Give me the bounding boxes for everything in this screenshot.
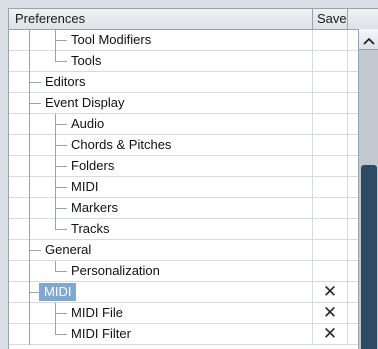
tree-row-preference-cell[interactable]: MIDI [9, 282, 313, 303]
preferences-column-header[interactable]: Preferences [9, 9, 313, 29]
tree-connector [55, 145, 67, 146]
tree-connector [55, 313, 67, 314]
tree-connector [55, 187, 67, 188]
tree-connector [29, 177, 30, 198]
tree-row[interactable]: Tracks [9, 219, 358, 240]
save-toggle-cell[interactable] [313, 93, 348, 113]
tree-connector [29, 114, 30, 135]
save-toggle-cell[interactable] [313, 177, 348, 197]
tree-row[interactable]: Chords & Pitches [9, 135, 358, 156]
save-toggle-cell[interactable] [313, 114, 348, 134]
chevron-up-icon[interactable] [359, 29, 378, 50]
vertical-scrollbar[interactable] [358, 29, 378, 349]
tree-row-preference-cell[interactable]: Editors [9, 72, 313, 93]
tree-connector [55, 229, 67, 230]
close-icon: ✕ [322, 324, 338, 343]
tree-row-label: MIDI Filter [71, 326, 131, 341]
tree-row-preference-cell[interactable]: Event Display [9, 93, 313, 114]
tree-connector [55, 334, 67, 335]
tree-row-preference-cell[interactable]: Tool Modifiers [9, 30, 313, 51]
tree-row[interactable]: Event Display [9, 93, 358, 114]
tree-row-label: Audio [71, 116, 105, 131]
tree-connector [29, 103, 41, 104]
save-toggle-cell[interactable] [313, 51, 348, 71]
tree-row-label: Event Display [45, 95, 125, 110]
tree-connector [29, 156, 30, 177]
tree-connector [29, 30, 30, 51]
tree-row-preference-cell[interactable]: Tools [9, 51, 313, 72]
tree-row[interactable]: Editors [9, 72, 358, 93]
save-toggle-cell[interactable] [313, 72, 348, 92]
tree-row-label: MIDI [71, 179, 99, 194]
tree-row[interactable]: Personalization [9, 261, 358, 282]
tree-row[interactable]: MIDI ✕ [9, 282, 358, 303]
tree-row-label: MIDI File [71, 305, 123, 320]
tree-row-preference-cell[interactable]: MIDI [9, 177, 313, 198]
tree-connector [29, 51, 30, 72]
tree-row-preference-cell[interactable]: MIDI Filter [9, 324, 313, 345]
close-icon: ✕ [322, 282, 338, 301]
tree-connector [55, 40, 67, 41]
tree-row[interactable]: Audio [9, 114, 358, 135]
tree-row-preference-cell[interactable]: Folders [9, 156, 313, 177]
tree-connector [55, 124, 67, 125]
table-header: Preferences Save [9, 9, 378, 30]
tree-row-preference-cell[interactable]: Audio [9, 114, 313, 135]
tree-connector [55, 166, 67, 167]
tree-row-preference-cell[interactable]: General [9, 240, 313, 261]
tree-connector [29, 261, 30, 282]
tree-connector [55, 208, 67, 209]
tree-row[interactable]: Folders [9, 156, 358, 177]
save-toggle-cell[interactable] [313, 219, 348, 239]
tree-connector [55, 271, 67, 272]
save-toggle-cell[interactable] [313, 261, 348, 281]
tree-connector [29, 250, 41, 251]
tree-row[interactable]: MIDI File ✕ [9, 303, 358, 324]
tree-connector [29, 303, 30, 324]
tree-row-label: Personalization [71, 263, 160, 278]
tree-connector [29, 82, 41, 83]
tree-row-preference-cell[interactable]: Personalization [9, 261, 313, 282]
save-toggle-cell[interactable]: ✕ [313, 282, 348, 302]
save-toggle-cell[interactable]: ✕ [313, 303, 348, 323]
save-toggle-cell[interactable] [313, 156, 348, 176]
save-toggle-cell[interactable] [313, 240, 348, 260]
preferences-panel: Preferences Save Tool Modifiers Tools Edit… [8, 8, 378, 349]
tree-row-label: Folders [71, 158, 115, 173]
tree-row-label: Tools [71, 53, 102, 68]
tree-row[interactable]: Tool Modifiers [9, 30, 358, 51]
tree-connector [29, 135, 30, 156]
tree-row-preference-cell[interactable]: Chords & Pitches [9, 135, 313, 156]
tree-row-label: Markers [71, 200, 118, 215]
tree-row[interactable]: Markers [9, 198, 358, 219]
save-column-header[interactable]: Save [313, 9, 348, 29]
close-icon: ✕ [322, 303, 338, 322]
tree-connector [29, 219, 30, 240]
tree-row-label: MIDI [39, 283, 77, 301]
tree-connector [29, 198, 30, 219]
tree-row-preference-cell[interactable]: MIDI File [9, 303, 313, 324]
tree-row-label: Chords & Pitches [71, 137, 172, 152]
tree-row-preference-cell[interactable]: Markers [9, 198, 313, 219]
tree-row-label: Tool Modifiers [71, 32, 152, 47]
tree-row[interactable]: MIDI [9, 177, 358, 198]
save-toggle-cell[interactable] [313, 30, 348, 50]
tree-row-label: Editors [45, 74, 86, 89]
save-toggle-cell[interactable] [313, 135, 348, 155]
save-toggle-cell[interactable]: ✕ [313, 324, 348, 344]
tree-row[interactable]: Tools [9, 51, 358, 72]
tree-connector [55, 61, 67, 62]
tree-row-preference-cell[interactable]: Tracks [9, 219, 313, 240]
tree-row-label: Tracks [71, 221, 110, 236]
tree-row[interactable]: General [9, 240, 358, 261]
save-toggle-cell[interactable] [313, 198, 348, 218]
scrollbar-thumb[interactable] [361, 165, 377, 349]
tree-row-label: General [45, 242, 92, 257]
